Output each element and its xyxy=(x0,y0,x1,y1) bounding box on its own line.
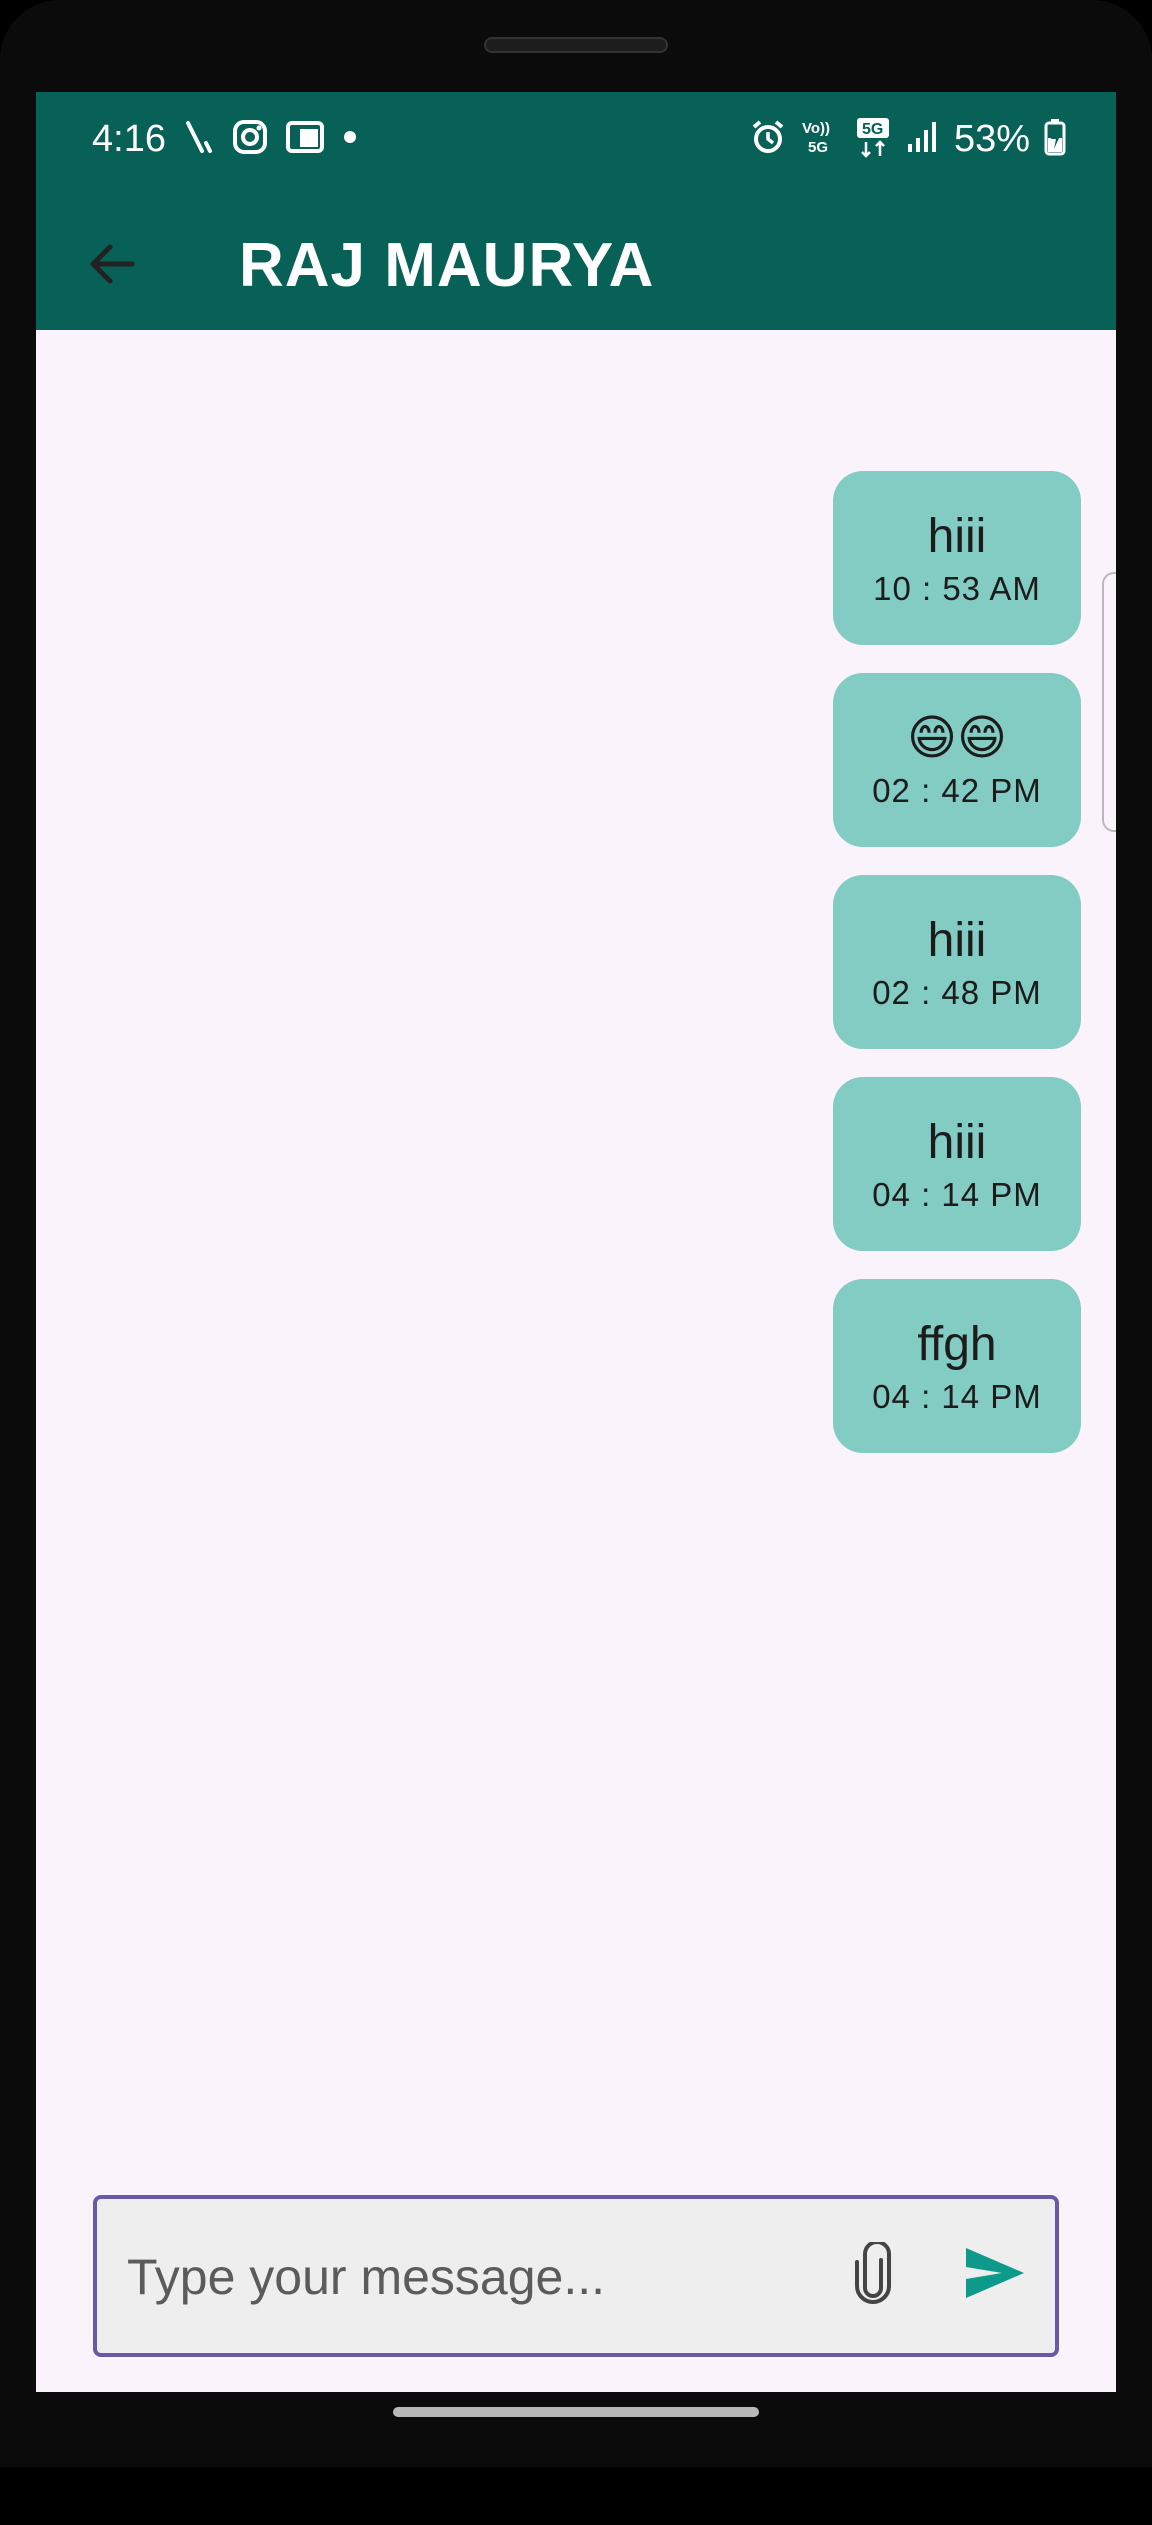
edge-scroll-handle[interactable] xyxy=(1102,572,1116,832)
message-text: hiii xyxy=(927,510,987,563)
message-time: 04 : 14 PM xyxy=(872,1176,1042,1213)
message-text: hiii xyxy=(927,914,987,967)
paperclip-icon xyxy=(853,2239,893,2309)
dot-icon xyxy=(342,129,358,150)
signal-icon xyxy=(906,120,940,159)
status-right: Vo)) 5G 5G 53% xyxy=(750,114,1066,164)
svg-text:5G: 5G xyxy=(808,139,828,156)
volte-icon: Vo)) 5G xyxy=(800,117,840,162)
composer xyxy=(93,2195,1059,2357)
message-text: 😄😄 xyxy=(906,712,1008,765)
phone-frame: 4:16 Vo)) 5G 5G 53% RAJ MAURYA hiii 10:… xyxy=(0,0,1152,2525)
arrow-back-icon xyxy=(86,238,138,295)
battery-charging-icon xyxy=(1044,118,1066,161)
status-left: 4:16 xyxy=(92,114,358,164)
message-time: 02 : 48 PM xyxy=(872,974,1042,1011)
message-text: hiii xyxy=(927,1116,987,1169)
card-icon xyxy=(285,120,324,158)
status-time: 4:16 xyxy=(92,117,166,160)
message-bubble[interactable]: ffgh 04 : 14 PM xyxy=(833,1279,1081,1453)
back-button[interactable] xyxy=(76,230,148,302)
attach-button[interactable] xyxy=(837,2239,909,2311)
message-bubble[interactable]: hiii 10 : 53 AM xyxy=(833,471,1081,645)
phone-speaker xyxy=(484,37,668,53)
chat-title: RAJ MAURYA xyxy=(239,231,655,300)
send-button[interactable] xyxy=(957,2239,1033,2311)
svg-text:Vo)): Vo)) xyxy=(802,120,830,137)
app-bar: RAJ MAURYA xyxy=(36,202,1116,330)
message-time: 10 : 53 AM xyxy=(873,570,1041,607)
status-bar: 4:16 Vo)) 5G 5G 53% xyxy=(36,92,1116,202)
message-bubble[interactable]: hiii 04 : 14 PM xyxy=(833,1077,1081,1251)
phone-bottom-bezel xyxy=(0,2467,1152,2525)
5g-icon: 5G xyxy=(854,116,892,163)
message-time: 02 : 42 PM xyxy=(872,772,1042,809)
chat-screen: 4:16 Vo)) 5G 5G 53% RAJ MAURYA hiii 10:… xyxy=(36,92,1116,2392)
send-icon xyxy=(964,2246,1026,2305)
alarm-icon xyxy=(750,119,786,160)
message-bubble[interactable]: 😄😄 02 : 42 PM xyxy=(833,673,1081,847)
instagram-icon xyxy=(232,119,268,160)
message-input[interactable] xyxy=(125,2199,769,2355)
svg-text:5G: 5G xyxy=(862,121,883,138)
message-text: ffgh xyxy=(917,1318,997,1371)
gesture-nav-handle[interactable] xyxy=(393,2407,759,2417)
message-bubble[interactable]: hiii 02 : 48 PM xyxy=(833,875,1081,1049)
message-list: hiii 10 : 53 AM 😄😄 02 : 42 PM hiii 02 : … xyxy=(36,330,1116,2130)
battery-percent: 53% xyxy=(953,117,1030,160)
message-time: 04 : 14 PM xyxy=(872,1378,1042,1415)
missed-call-icon xyxy=(184,117,214,162)
